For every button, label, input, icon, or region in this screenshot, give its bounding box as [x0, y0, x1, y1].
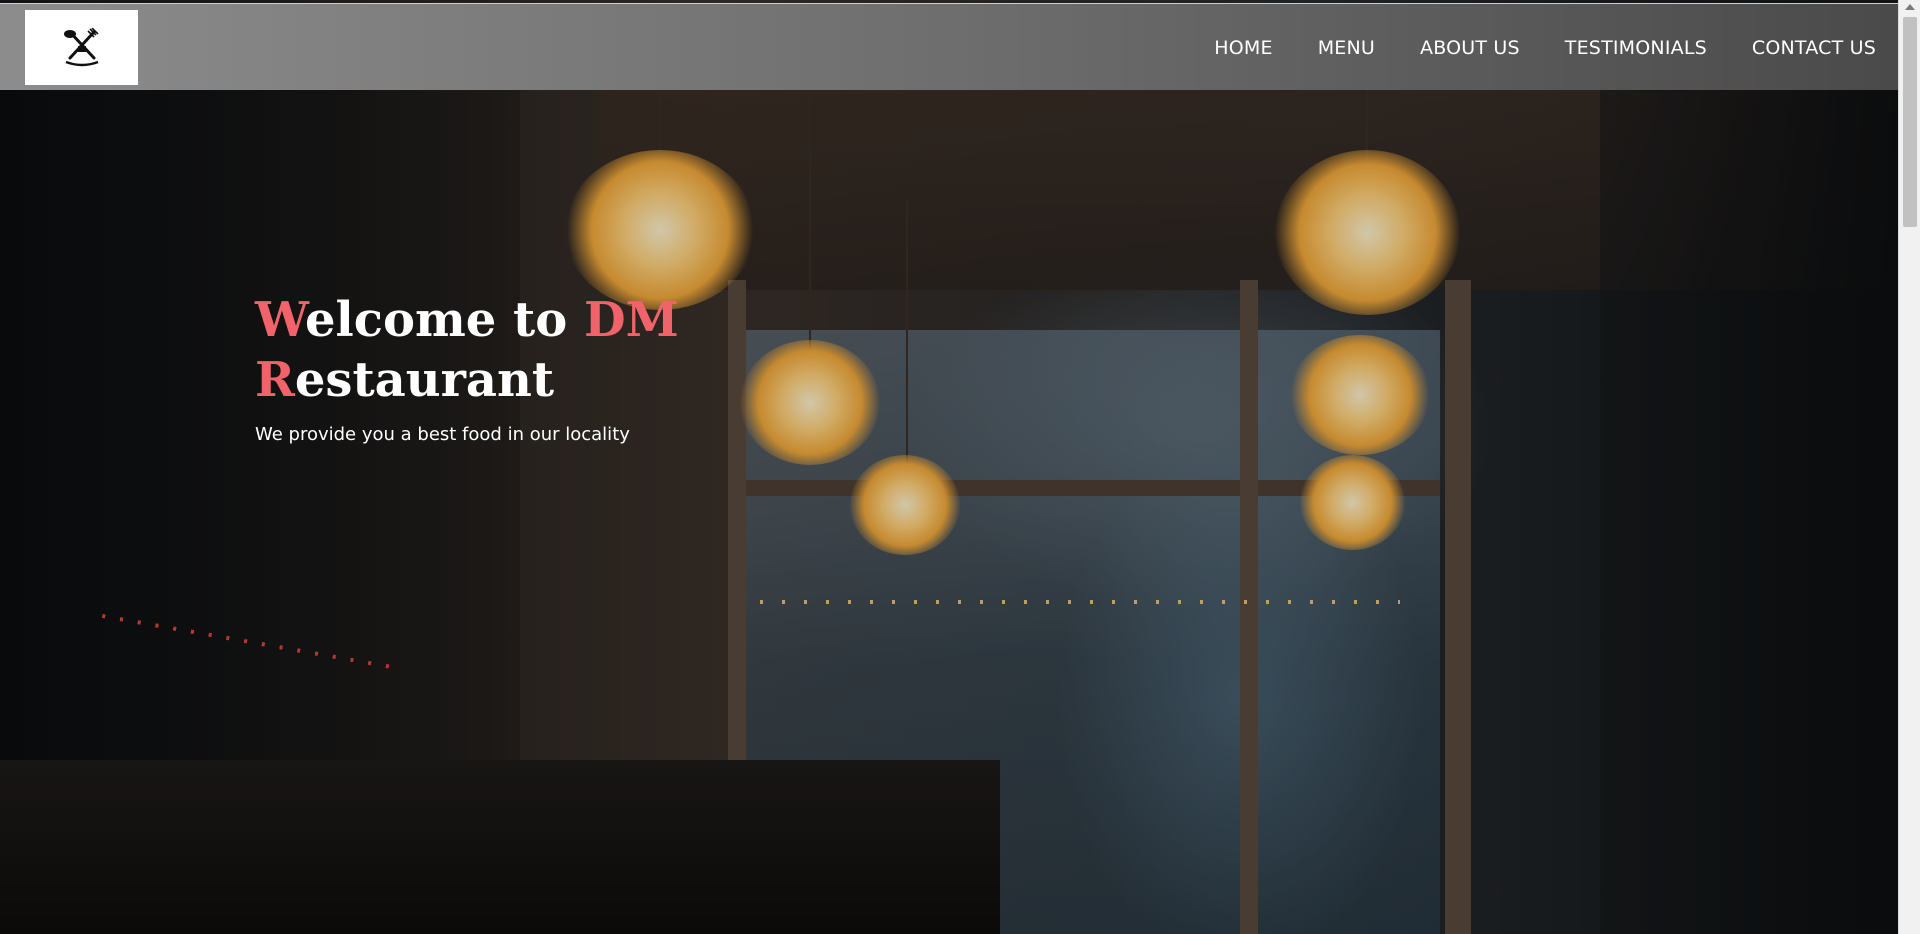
nav-home[interactable]: HOME	[1214, 37, 1272, 59]
title-text: estaurant	[294, 352, 555, 408]
nav-contact-us[interactable]: CONTACT US	[1752, 37, 1876, 59]
top-navbar: HOME MENU ABOUT US TESTIMONIALS CONTACT …	[0, 3, 1898, 90]
vertical-scrollbar[interactable]	[1898, 0, 1920, 934]
main-nav: HOME MENU ABOUT US TESTIMONIALS CONTACT …	[1214, 4, 1876, 91]
title-text: elcome to	[305, 292, 584, 348]
nav-testimonials[interactable]: TESTIMONIALS	[1565, 37, 1707, 59]
nav-menu[interactable]: MENU	[1318, 37, 1375, 59]
scroll-up-arrow-icon[interactable]	[1905, 4, 1915, 10]
hero-title: Welcome to DM Restaurant	[255, 290, 815, 410]
fork-knife-icon	[63, 27, 99, 66]
scroll-thumb[interactable]	[1903, 17, 1917, 227]
title-accent-letter: W	[255, 292, 305, 348]
nav-about-us[interactable]: ABOUT US	[1420, 37, 1520, 59]
hero-text-block: Welcome to DM Restaurant We provide you …	[255, 290, 815, 445]
title-accent-brand: DM	[583, 292, 679, 348]
hero-subtitle: We provide you a best food in our locali…	[255, 424, 630, 445]
title-accent-letter: R	[255, 352, 295, 408]
logo[interactable]	[25, 10, 138, 85]
page: HOME MENU ABOUT US TESTIMONIALS CONTACT …	[0, 0, 1920, 934]
